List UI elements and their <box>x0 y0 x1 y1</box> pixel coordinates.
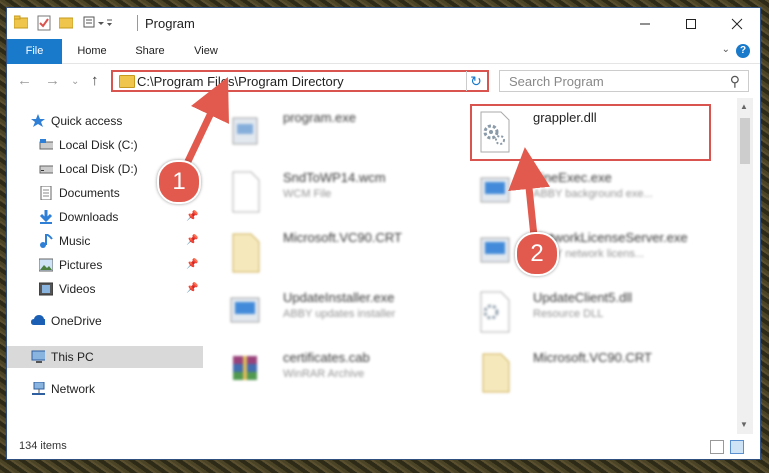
file-explorer-window: Program File Home Share View ⌄ ? ← → ⌄ ↑… <box>7 8 760 459</box>
step-badge-2: 2 <box>515 232 559 276</box>
step-badge-1: 1 <box>157 160 201 204</box>
annotation-arrows <box>178 77 551 247</box>
